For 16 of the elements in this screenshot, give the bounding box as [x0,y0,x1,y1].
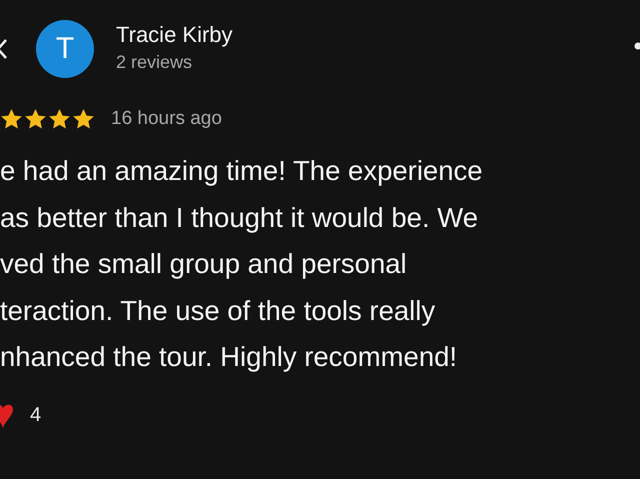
review-text: ved the small group and personal [0,247,408,281]
review-count: 2 reviews [116,52,194,72]
review-text: nhanced the tour. Highly recommend! [0,340,458,374]
review-text: e had an amazing time! The experience [0,154,484,188]
star-icon [0,108,23,130]
review-text: as better than I thought it would be. We [0,200,479,235]
star-icon [72,108,95,130]
star-icon [24,108,47,130]
review-text: teraction. The use of the tools really [0,294,436,328]
more-icon[interactable] [634,42,640,50]
reviewer-name: Tracie Kirby [116,22,233,48]
review-time: 16 hours ago [111,108,222,130]
reaction-count: 4 [30,404,42,427]
heart-icon[interactable] [0,402,14,428]
star-icon [48,108,71,130]
avatar: T [36,20,94,78]
